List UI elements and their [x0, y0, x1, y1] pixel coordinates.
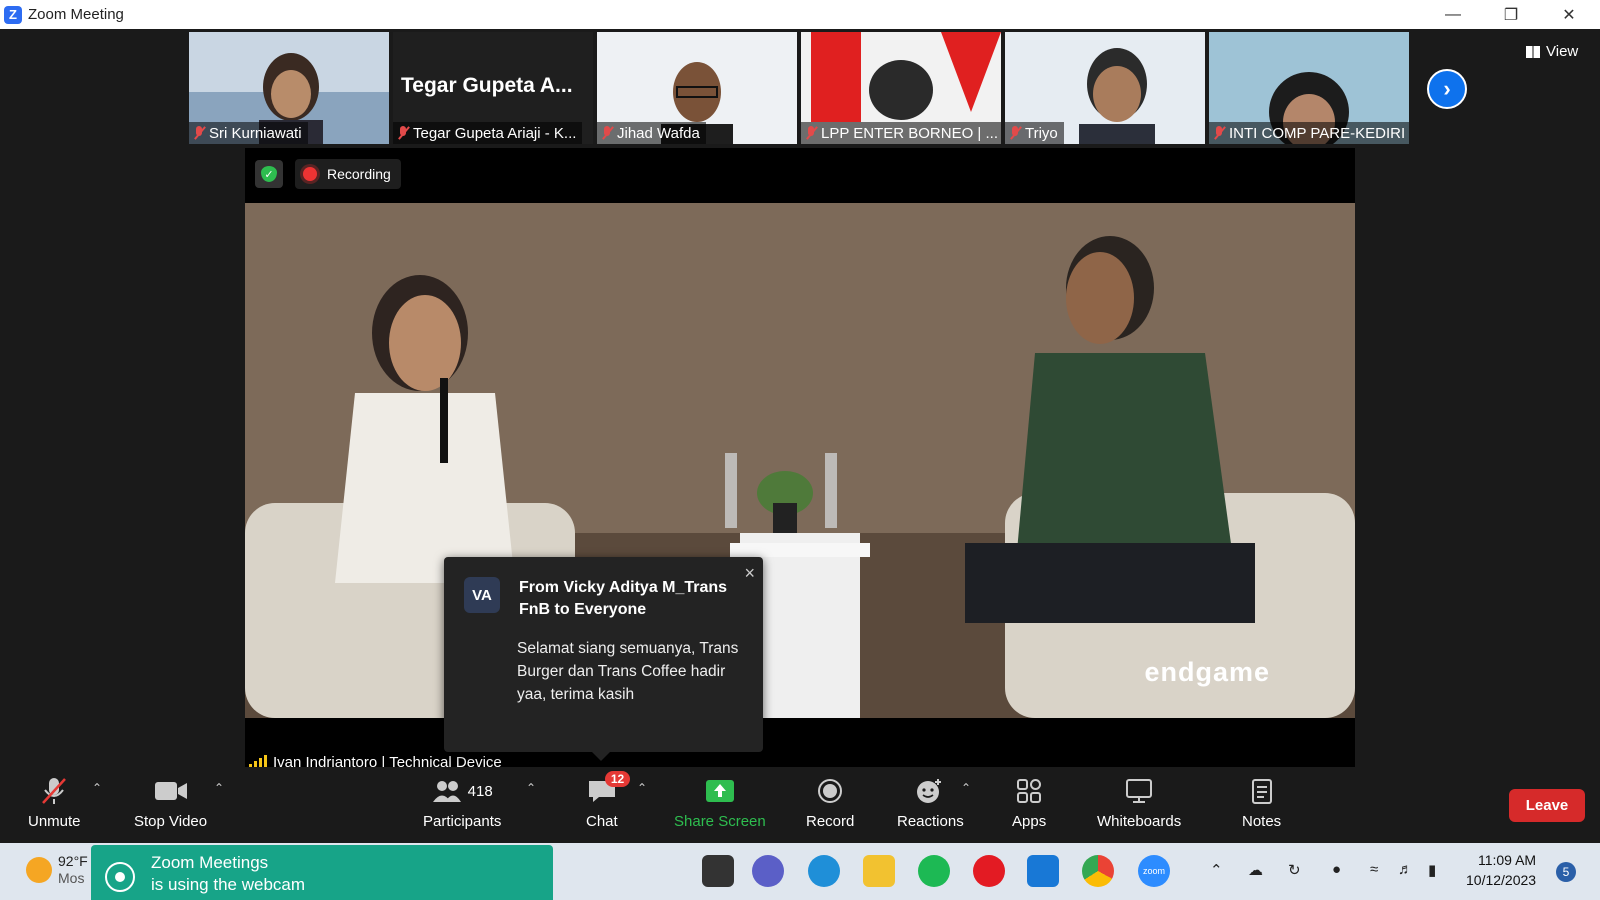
title-bar: Z Zoom Meeting — ❐ ✕	[0, 0, 1600, 29]
opera-icon[interactable]	[973, 855, 1005, 887]
wifi-icon[interactable]: ≈	[1370, 861, 1378, 878]
close-button[interactable]: ✕	[1540, 0, 1598, 29]
recording-indicator[interactable]: Recording	[295, 159, 401, 189]
participant-name: Jihad Wafda	[597, 122, 706, 144]
stop-video-button[interactable]: Stop Video	[134, 775, 207, 830]
notification-count-badge[interactable]: 5	[1556, 862, 1576, 882]
os-taskbar: 92°F Mos zoom ⌃ ☁ ↻ ● ≈ ♬ ▮ 11:09 AM 10/…	[0, 843, 1600, 900]
file-explorer-icon[interactable]	[863, 855, 895, 887]
video-options-caret[interactable]: ⌃	[214, 781, 224, 795]
video-camera-icon	[154, 782, 187, 800]
battery-icon[interactable]: ▮	[1428, 861, 1436, 879]
participant-tile[interactable]: Sri Kurniawati	[189, 32, 389, 144]
participant-name: Triyo	[1005, 122, 1064, 144]
weather-sun-icon	[26, 857, 52, 883]
chevron-right-icon[interactable]: ›	[1427, 69, 1467, 109]
participant-name: Tegar Gupeta Ariaji - K...	[393, 122, 583, 144]
close-icon[interactable]: ×	[744, 563, 755, 584]
reactions-options-caret[interactable]: ⌃	[961, 781, 971, 795]
chat-badge: 12	[604, 771, 631, 787]
whiteboards-button[interactable]: Whiteboards	[1097, 775, 1181, 830]
record-button[interactable]: Record	[806, 775, 854, 830]
microphone-icon[interactable]: ●	[1332, 861, 1341, 878]
notes-icon	[1251, 779, 1272, 804]
mic-muted-icon	[193, 126, 205, 140]
sync-icon[interactable]: ↻	[1288, 861, 1301, 879]
share-screen-icon	[705, 780, 734, 802]
participants-icon	[432, 781, 461, 802]
webcam-icon	[105, 862, 135, 892]
chat-sender: From Vicky Aditya M_Trans FnB to Everyon…	[519, 579, 728, 618]
apps-button[interactable]: Apps	[1012, 775, 1046, 830]
mic-muted-icon	[42, 778, 67, 804]
meeting-stage: Sri Kurniawati Tegar Gupeta A... Tegar G…	[0, 29, 1600, 843]
video-scene: endgame	[245, 203, 1355, 718]
participant-tile[interactable]: Jihad Wafda	[597, 32, 797, 144]
whiteboard-icon	[1126, 779, 1153, 803]
onedrive-icon[interactable]: ☁	[1248, 861, 1263, 879]
record-dot-icon	[303, 167, 317, 181]
zoom-icon[interactable]: zoom	[1138, 855, 1170, 887]
avatar: VA	[464, 577, 500, 613]
reactions-icon	[917, 779, 942, 803]
restore-button[interactable]: ❐	[1482, 0, 1540, 29]
meeting-toolbar: Unmute ⌃ Stop Video ⌃ 418 Participants ⌃…	[0, 767, 1600, 843]
unmute-button[interactable]: Unmute	[28, 775, 81, 830]
chrome-icon[interactable]	[1082, 855, 1114, 887]
volume-icon[interactable]: ♬	[1398, 861, 1413, 878]
participant-name-display: Tegar Gupeta A...	[401, 74, 573, 97]
participants-button[interactable]: 418 Participants	[423, 775, 501, 830]
mic-muted-icon	[1213, 126, 1225, 140]
participant-name: Sri Kurniawati	[189, 122, 308, 144]
chat-notification-popup[interactable]: VA From Vicky Aditya M_Trans FnB to Ever…	[444, 557, 763, 761]
participant-tile[interactable]: Tegar Gupeta A... Tegar Gupeta Ariaji - …	[393, 32, 593, 144]
participants-options-caret[interactable]: ⌃	[526, 781, 536, 795]
chat-options-caret[interactable]: ⌃	[637, 781, 647, 795]
participant-tile[interactable]: INTI COMP PARE-KEDIRI	[1209, 32, 1409, 144]
grid-view-icon	[1526, 45, 1540, 58]
participant-name: LPP ENTER BORNEO | ...	[801, 122, 1001, 144]
window-title: Zoom Meeting	[28, 6, 124, 23]
webcam-usage-toast[interactable]: Zoom Meetings is using the webcam	[91, 845, 553, 900]
chat-button[interactable]: 12 Chat	[586, 771, 631, 830]
mic-muted-icon	[601, 126, 613, 140]
task-view-icon[interactable]	[702, 855, 734, 887]
mail-icon[interactable]	[1027, 855, 1059, 887]
participant-name: INTI COMP PARE-KEDIRI	[1209, 122, 1409, 144]
view-button[interactable]: View	[1526, 43, 1578, 60]
system-clock[interactable]: 11:09 AM 10/12/2023	[1466, 850, 1536, 890]
leave-button[interactable]: Leave	[1509, 789, 1585, 822]
share-screen-button[interactable]: Share Screen	[674, 775, 766, 830]
weather-widget[interactable]: 92°F Mos	[26, 853, 88, 887]
reactions-button[interactable]: Reactions	[897, 775, 964, 830]
record-icon	[818, 779, 843, 803]
edge-icon[interactable]	[808, 855, 840, 887]
mic-muted-icon	[805, 126, 817, 140]
minimize-button[interactable]: —	[1424, 0, 1482, 29]
participant-tile[interactable]: LPP ENTER BORNEO | ...	[801, 32, 1001, 144]
participant-tile[interactable]: Triyo	[1005, 32, 1205, 144]
mic-muted-icon	[397, 126, 409, 140]
apps-icon	[1017, 779, 1042, 803]
notes-button[interactable]: Notes	[1242, 775, 1281, 830]
video-frame	[245, 203, 1355, 718]
spotify-icon[interactable]	[918, 855, 950, 887]
security-shield-icon[interactable]: ✓	[255, 160, 283, 188]
zoom-logo-icon: Z	[4, 5, 22, 24]
meeting-status-bar: ✓ Recording	[255, 158, 401, 190]
tray-overflow-icon[interactable]: ⌃	[1210, 861, 1223, 879]
main-video: ✓ Recording endgame Ivan Indriantoro | T…	[245, 148, 1355, 773]
participant-strip: Sri Kurniawati Tegar Gupeta A... Tegar G…	[189, 32, 1409, 144]
audio-options-caret[interactable]: ⌃	[92, 781, 102, 795]
video-watermark: endgame	[1144, 657, 1270, 687]
chat-message: Selamat siang semuanya, Trans Burger dan…	[517, 640, 739, 703]
teams-chat-icon[interactable]	[752, 855, 784, 887]
mic-muted-icon	[1009, 126, 1021, 140]
